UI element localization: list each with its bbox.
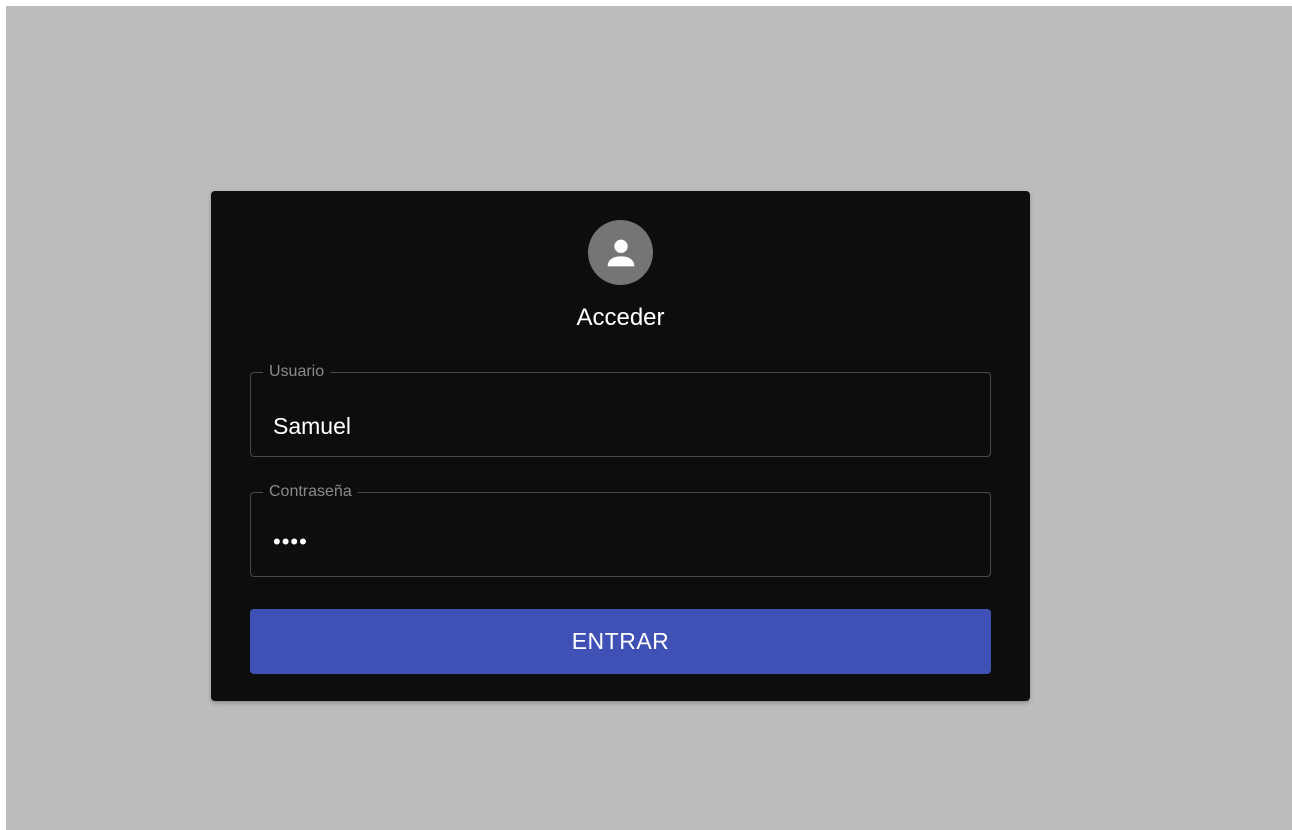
- password-label: Contraseña: [269, 483, 352, 500]
- password-field[interactable]: Contraseña ••••: [250, 484, 991, 577]
- username-field[interactable]: Usuario Samuel: [250, 364, 991, 457]
- username-label: Usuario: [269, 363, 325, 380]
- avatar: [588, 220, 653, 285]
- username-value[interactable]: Samuel: [273, 412, 351, 440]
- login-title: Acceder: [576, 304, 665, 331]
- login-card: Acceder Usuario Samuel Contraseña •••• E…: [211, 191, 1030, 701]
- page-background: Acceder Usuario Samuel Contraseña •••• E…: [6, 6, 1292, 830]
- login-submit-button[interactable]: ENTRAR: [250, 609, 991, 674]
- password-value[interactable]: ••••: [273, 528, 308, 556]
- person-icon: [607, 239, 634, 266]
